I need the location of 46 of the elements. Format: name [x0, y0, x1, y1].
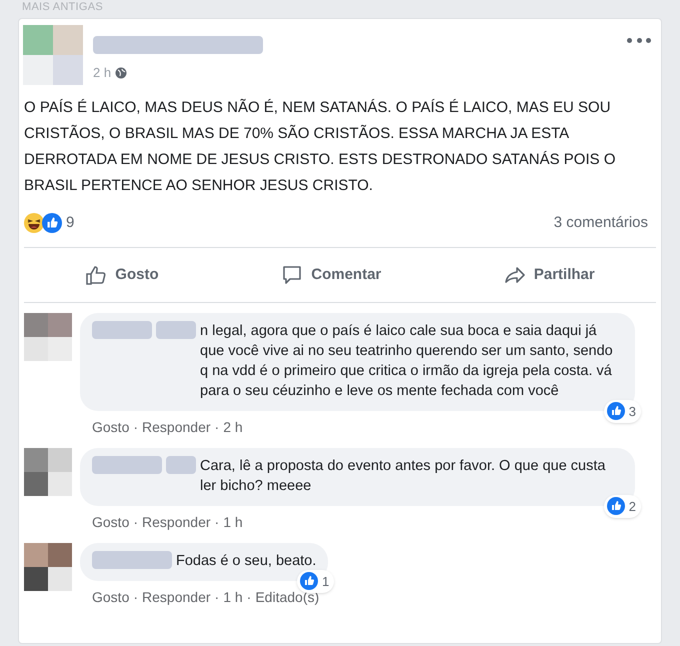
redacted-name [92, 321, 152, 339]
post-text: O PAÍS É LAICO, MAS DEUS NÃO É, NEM SATANÁS. O PAÍS É LAICO, MAS EU SOU CRISTÃOS, O BRASIL MAS DE 70% SÃO CRISTÃOS. ESSA MARCHA JA ESTA DERROTADA EM NOME DE JESUS CRISTO. ESTS DESTRONADO SATANÁS POIS O BRASIL PERTENCE AO SENHOR JESUS CRISTO. [23, 98, 616, 196]
comment-count[interactable]: 3 comentários [554, 212, 648, 234]
comment-action-link[interactable]: Responder [142, 512, 211, 533]
redacted-name [92, 456, 162, 474]
comment-meta: 2 h [223, 418, 243, 437]
globe-icon [115, 66, 128, 79]
comment-action-link[interactable]: Gosto [92, 512, 130, 533]
like-button[interactable]: Gosto [77, 258, 167, 292]
comment-text: Cara, lê a proposta do evento antes por favor. O que que custa ler bicho? meeee [200, 457, 606, 496]
separator-dot: · [214, 513, 220, 532]
laughing-face-icon [24, 213, 44, 233]
redacted-name [166, 456, 196, 474]
separator-dot: · [133, 418, 138, 437]
pixelated-avatar [23, 25, 83, 85]
share-arrow-icon [504, 264, 526, 286]
comment-text: n legal, agora que o país é laico cale sua boca e saia daqui já que você vive ai no seu teatrinho querendo ser um santo, sendo q na vdd é o primeiro que critica o irmão da igreja pela costa. vá para o seu céuzinho e leve os mente fechada com você [200, 322, 614, 401]
comment-action-link[interactable]: Gosto [92, 587, 130, 608]
thumbs-up-icon [85, 264, 108, 286]
share-button[interactable]: Partilhar [496, 258, 603, 292]
comment-meta: 1 h [223, 588, 243, 607]
separator-dot: · [246, 588, 252, 607]
comment-meta: 1 h [223, 513, 243, 532]
pixelated-avatar [24, 313, 72, 361]
like-icon [606, 402, 625, 420]
reaction-count[interactable]: 9 [66, 212, 74, 234]
like-icon [606, 497, 625, 516]
speech-bubble-icon [281, 264, 304, 286]
pixelated-avatar [24, 448, 72, 496]
like-count-badge[interactable]: 2 [604, 494, 641, 518]
separator-dot: · [133, 513, 138, 532]
comment-action-link[interactable]: Gosto [92, 417, 130, 438]
separator-dot: · [133, 588, 138, 607]
section-label: MAIS ANTIGAS [21, 0, 104, 14]
comment-button[interactable]: Comentar [273, 258, 390, 292]
like-count-badge[interactable]: 3 [604, 400, 641, 423]
pixelated-avatar [24, 543, 72, 591]
comment-text: Fodas é o seu, beato. [176, 552, 316, 571]
like-count-badge[interactable]: 1 [297, 570, 334, 593]
comment-action-link[interactable]: Responder [142, 417, 211, 438]
like-icon [42, 213, 62, 233]
comment-action-link[interactable]: Responder [142, 587, 211, 608]
separator-dot: · [214, 588, 220, 607]
separator-dot: · [214, 418, 220, 437]
like-icon [300, 572, 318, 590]
redacted-name [156, 321, 196, 339]
